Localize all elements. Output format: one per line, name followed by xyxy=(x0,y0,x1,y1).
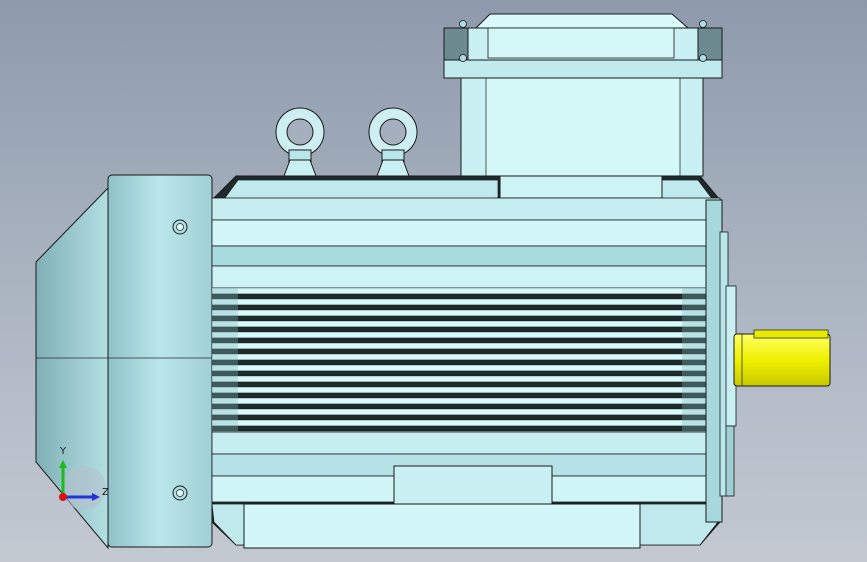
bolt-icon xyxy=(172,219,188,235)
fin xyxy=(211,425,721,432)
fin xyxy=(211,342,721,350)
fin xyxy=(211,364,721,372)
fin xyxy=(211,419,721,427)
fin xyxy=(211,353,721,361)
fin-end-shade xyxy=(212,288,238,432)
y-axis-label: Y xyxy=(59,446,67,457)
lifting-eye-icon xyxy=(275,107,325,177)
z-axis-label: Z xyxy=(102,487,109,498)
fin xyxy=(211,381,721,388)
fin xyxy=(211,293,721,300)
cooling-fins xyxy=(211,287,721,438)
output-shaft[interactable] xyxy=(733,329,831,387)
terminal-box[interactable] xyxy=(443,13,723,177)
fin xyxy=(211,414,721,421)
fin-end-shade xyxy=(682,288,706,432)
fin xyxy=(211,392,721,399)
fin xyxy=(211,326,721,333)
bolt-icon xyxy=(172,485,188,501)
fin xyxy=(211,315,721,322)
fin xyxy=(211,386,721,394)
fin xyxy=(211,309,721,317)
fin xyxy=(211,320,721,328)
fin xyxy=(211,370,721,377)
fin xyxy=(211,298,721,306)
fin xyxy=(211,375,721,383)
fin xyxy=(211,359,721,366)
fin xyxy=(211,287,721,295)
fin xyxy=(211,331,721,339)
lifting-eye-icon xyxy=(368,107,418,177)
front-end-shield[interactable] xyxy=(705,199,737,523)
rear-end-shield[interactable] xyxy=(107,174,213,548)
fin xyxy=(211,397,721,405)
fin xyxy=(211,403,721,410)
fin xyxy=(211,337,721,344)
fin xyxy=(211,348,721,355)
fin xyxy=(211,408,721,416)
fin xyxy=(211,304,721,311)
3d-viewport[interactable]: Y Z xyxy=(0,0,867,562)
motor-model[interactable]: Y Z xyxy=(0,0,867,562)
